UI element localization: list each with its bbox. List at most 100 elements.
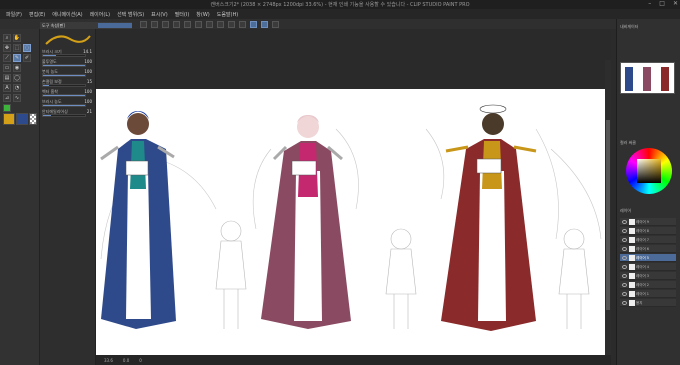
- eyedropper-icon[interactable]: ⟋: [3, 54, 11, 62]
- select-icon[interactable]: ⬚: [13, 44, 21, 52]
- layer-item-selected[interactable]: 레이어 5: [620, 254, 676, 262]
- navigator-preview: [625, 67, 669, 91]
- layer-item-paper[interactable]: 용지: [620, 299, 676, 307]
- eye-icon[interactable]: [622, 274, 627, 278]
- hand-icon[interactable]: ✋: [13, 34, 21, 42]
- prop-density[interactable]: 붓의 농도 100: [42, 69, 94, 78]
- prop-slider[interactable]: [42, 94, 86, 97]
- settings-icon[interactable]: [272, 20, 279, 28]
- prop-value: 21: [86, 109, 92, 114]
- layer-item[interactable]: 레이어 8: [620, 227, 676, 235]
- layer-item[interactable]: 레이어 6: [620, 245, 676, 253]
- minimize-button[interactable]: –: [648, 0, 651, 7]
- eye-icon[interactable]: [622, 247, 627, 251]
- color-square[interactable]: [637, 159, 661, 183]
- layer-item[interactable]: 레이어 1: [620, 290, 676, 298]
- eye-icon[interactable]: [622, 301, 627, 305]
- eye-icon[interactable]: [622, 220, 627, 224]
- figure-icon[interactable]: ◯: [13, 74, 21, 82]
- menu-file[interactable]: 파일(F): [6, 11, 22, 18]
- blend-icon[interactable]: ∿: [13, 94, 21, 102]
- prop-vector-snap[interactable]: 벡터 흡착 100: [42, 89, 94, 98]
- prop-slider[interactable]: [42, 74, 86, 77]
- fill-selection-icon[interactable]: [206, 20, 213, 28]
- green-swatch-icon[interactable]: [3, 104, 11, 112]
- eye-icon[interactable]: [622, 292, 627, 296]
- prop-slider[interactable]: [42, 114, 86, 117]
- zoom-icon[interactable]: ⌕: [3, 34, 11, 42]
- prop-slider[interactable]: [42, 84, 86, 87]
- fill-icon[interactable]: ◉: [13, 64, 21, 72]
- transparent-color-swatch[interactable]: [29, 113, 37, 125]
- snap-grid-icon[interactable]: [261, 20, 268, 28]
- balloon-icon[interactable]: ◔: [13, 84, 21, 92]
- color-wheel[interactable]: [626, 148, 672, 194]
- eye-icon[interactable]: [622, 229, 627, 233]
- redo-icon[interactable]: [184, 20, 191, 28]
- layer-item[interactable]: 레이어 7: [620, 236, 676, 244]
- layer-panel-label: 레이어: [620, 208, 632, 213]
- prop-brush-density[interactable]: 브러시 농도 100: [42, 99, 94, 108]
- window-title: 캔버스크기2* (2038 × 2748px 1200dpi 33.6%) - …: [210, 2, 470, 8]
- deselect-icon[interactable]: [228, 20, 235, 28]
- prop-brush-size[interactable]: 브러시 크기 14.1: [42, 49, 94, 58]
- open-file-icon[interactable]: [151, 20, 158, 28]
- move-icon[interactable]: ✥: [3, 44, 11, 52]
- layer-item[interactable]: 레이어 4: [620, 263, 676, 271]
- main-color-swatch[interactable]: [3, 113, 15, 125]
- save-icon[interactable]: [162, 20, 169, 28]
- menu-window[interactable]: 창(W): [196, 11, 209, 18]
- text-icon[interactable]: A: [3, 84, 11, 92]
- menu-filter[interactable]: 필터(I): [175, 11, 190, 18]
- transform-icon[interactable]: [217, 20, 224, 28]
- layer-name: 레이어 9: [636, 220, 649, 224]
- layer-thumbnail: [629, 237, 635, 243]
- angle-value[interactable]: 0.0: [123, 358, 129, 363]
- layer-name: 레이어 5: [636, 256, 649, 260]
- menu-selection[interactable]: 선택 범위(S): [117, 11, 144, 18]
- sub-tool-dropdown[interactable]: [98, 23, 132, 28]
- new-file-icon[interactable]: [140, 20, 147, 28]
- eye-icon[interactable]: [622, 238, 627, 242]
- maximize-button[interactable]: □: [659, 0, 665, 7]
- scroll-thumb[interactable]: [606, 120, 610, 310]
- layer-name: 레이어 2: [636, 283, 649, 287]
- ruler-icon[interactable]: ⊿: [3, 94, 11, 102]
- eye-icon[interactable]: [622, 256, 627, 260]
- layer-item[interactable]: 레이어 3: [620, 272, 676, 280]
- menu-help[interactable]: 도움말(H): [217, 11, 238, 18]
- layer-item[interactable]: 레이어 9: [620, 218, 676, 226]
- prop-stabilization[interactable]: 손떨림 보정 15: [42, 79, 94, 88]
- tool-property-tab[interactable]: 도구 속성[펜]: [40, 22, 132, 29]
- vertical-scrollbar[interactable]: [605, 60, 611, 355]
- navigator-thumbnail[interactable]: [620, 62, 675, 94]
- prop-slider[interactable]: [42, 104, 86, 107]
- prop-antialiasing[interactable]: 안티에일리어싱 21: [42, 109, 94, 118]
- sub-color-swatch[interactable]: [16, 113, 28, 125]
- prop-opacity[interactable]: 불투명도 100: [42, 59, 94, 68]
- lasso-icon[interactable]: ◌: [23, 44, 31, 52]
- prop-slider[interactable]: [42, 54, 86, 57]
- undo-icon[interactable]: [173, 20, 180, 28]
- prop-value: 15: [86, 79, 92, 84]
- clear-icon[interactable]: [195, 20, 202, 28]
- eye-icon[interactable]: [622, 265, 627, 269]
- layer-thumbnail: [629, 273, 635, 279]
- layer-item[interactable]: 레이어 2: [620, 281, 676, 289]
- menu-layer[interactable]: 레이어(L): [90, 11, 111, 18]
- brush-preview: [45, 35, 91, 45]
- snap-ruler-icon[interactable]: [239, 20, 246, 28]
- menu-edit[interactable]: 편집(E): [29, 11, 45, 18]
- snap-special-ruler-icon[interactable]: [250, 20, 257, 28]
- close-button[interactable]: ✕: [673, 0, 678, 7]
- pen-icon[interactable]: ✎: [13, 54, 21, 62]
- brush-icon[interactable]: ✐: [23, 54, 31, 62]
- gradient-icon[interactable]: ▤: [3, 74, 11, 82]
- prop-slider[interactable]: [42, 64, 86, 67]
- eye-icon[interactable]: [622, 283, 627, 287]
- eraser-icon[interactable]: ▭: [3, 64, 11, 72]
- menu-view[interactable]: 표시(V): [151, 11, 168, 18]
- menu-animation[interactable]: 애니메이션(A): [52, 11, 82, 18]
- canvas-paper[interactable]: [96, 89, 607, 355]
- zoom-value[interactable]: 33.6: [104, 358, 113, 363]
